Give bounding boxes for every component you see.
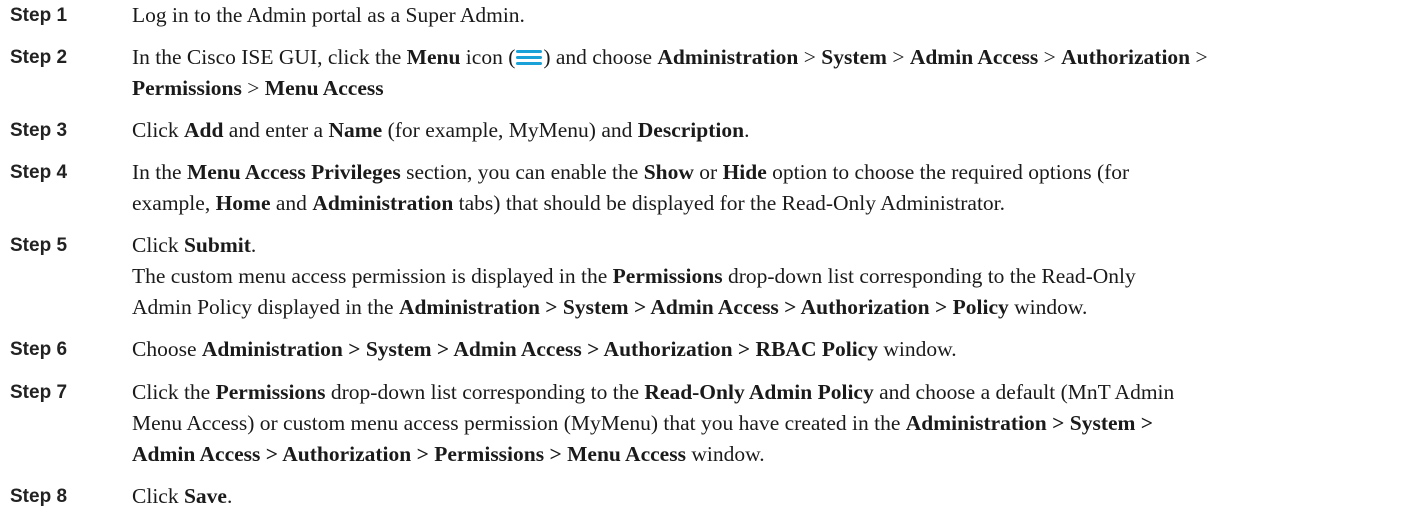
ui-term: Menu Access bbox=[264, 76, 384, 100]
text: > bbox=[1038, 45, 1062, 69]
text: In the Cisco ISE GUI, click the bbox=[132, 45, 407, 69]
text: and bbox=[270, 191, 313, 215]
text: . bbox=[226, 484, 233, 508]
ui-term: Menu Access Privileges bbox=[186, 160, 401, 184]
ui-term: Permissions bbox=[215, 380, 326, 404]
text: window. bbox=[1008, 295, 1088, 319]
text: Log in to the Admin portal as a Super Ad… bbox=[132, 3, 525, 27]
text: . bbox=[744, 118, 750, 142]
text: ) and choose bbox=[543, 45, 658, 69]
text: drop-down list corresponding to the Read… bbox=[722, 264, 1136, 288]
step-text: Log in to the Admin portal as a Super Ad… bbox=[132, 0, 1417, 31]
step-text: In the Cisco ISE GUI, click the Menu ico… bbox=[132, 42, 1417, 104]
ui-term: Permissions bbox=[132, 76, 242, 100]
text: In the bbox=[132, 160, 187, 184]
text: Click bbox=[132, 484, 184, 508]
text: drop-down list corresponding to the bbox=[325, 380, 645, 404]
step-label: Step 2 bbox=[10, 47, 68, 68]
ui-term: Administration > System > bbox=[905, 411, 1154, 435]
step-label: Step 6 bbox=[10, 339, 68, 360]
text: (for example, MyMenu) and bbox=[382, 118, 638, 142]
ui-term: Read-Only Admin Policy bbox=[644, 380, 874, 404]
text: . bbox=[250, 233, 257, 257]
step-text: Click Submit. The custom menu access perm… bbox=[132, 230, 1417, 323]
ui-term: Add bbox=[183, 118, 224, 142]
ui-term: Administration > System > Admin Access >… bbox=[398, 295, 1009, 319]
step-label: Step 1 bbox=[10, 5, 68, 26]
text: Click bbox=[132, 118, 184, 142]
text: Click the bbox=[132, 380, 216, 404]
ui-term: Hide bbox=[722, 160, 767, 184]
text: > bbox=[1190, 45, 1208, 69]
text: window. bbox=[877, 337, 957, 361]
text: Click bbox=[132, 233, 184, 257]
step-label: Step 8 bbox=[10, 486, 68, 507]
ui-term: Administration > System > Admin Access >… bbox=[201, 337, 878, 361]
step-text: Click the Permissions drop-down list cor… bbox=[132, 377, 1417, 470]
ui-term: Admin Access > Authorization > Permissio… bbox=[132, 442, 686, 466]
step-label: Step 3 bbox=[10, 120, 68, 141]
text: tabs) that should be displayed for the R… bbox=[453, 191, 1006, 215]
step-label: Step 5 bbox=[10, 235, 68, 256]
text: option to choose the required options (f… bbox=[766, 160, 1130, 184]
ui-term: Save bbox=[183, 484, 227, 508]
step-label: Step 4 bbox=[10, 162, 68, 183]
ui-term: Home bbox=[215, 191, 271, 215]
ui-term: Submit bbox=[183, 233, 251, 257]
ui-term: Description bbox=[637, 118, 745, 142]
ui-term: Menu bbox=[406, 45, 461, 69]
ui-term: Administration bbox=[312, 191, 454, 215]
text: or bbox=[693, 160, 723, 184]
text: window. bbox=[685, 442, 765, 466]
ui-term: Authorization bbox=[1061, 45, 1191, 69]
ui-term: Admin Access bbox=[909, 45, 1039, 69]
step-text: Click Add and enter a Name (for example,… bbox=[132, 115, 1417, 146]
text: Choose bbox=[132, 337, 202, 361]
step-text: Click Save. bbox=[132, 481, 1417, 512]
ui-term: Show bbox=[643, 160, 694, 184]
step-label: Step 7 bbox=[10, 382, 68, 403]
text: icon ( bbox=[460, 45, 516, 69]
ui-term: Administration bbox=[657, 45, 799, 69]
step-text: In the Menu Access Privileges section, y… bbox=[132, 157, 1417, 219]
text: Admin Policy displayed in the bbox=[132, 295, 399, 319]
text: The custom menu access permission is dis… bbox=[132, 264, 613, 288]
text: example, bbox=[132, 191, 216, 215]
ui-term: Name bbox=[328, 118, 383, 142]
hamburger-menu-icon bbox=[516, 49, 543, 65]
text: and enter a bbox=[223, 118, 329, 142]
text: > bbox=[886, 45, 910, 69]
ui-term: System bbox=[821, 45, 887, 69]
text: > bbox=[798, 45, 822, 69]
text: section, you can enable the bbox=[400, 160, 644, 184]
text: and choose a default (MnT Admin bbox=[873, 380, 1175, 404]
step-text: Choose Administration > System > Admin A… bbox=[132, 334, 1417, 365]
text: > bbox=[241, 76, 265, 100]
ui-term: Permissions bbox=[612, 264, 723, 288]
text: Menu Access) or custom menu access permi… bbox=[132, 411, 906, 435]
